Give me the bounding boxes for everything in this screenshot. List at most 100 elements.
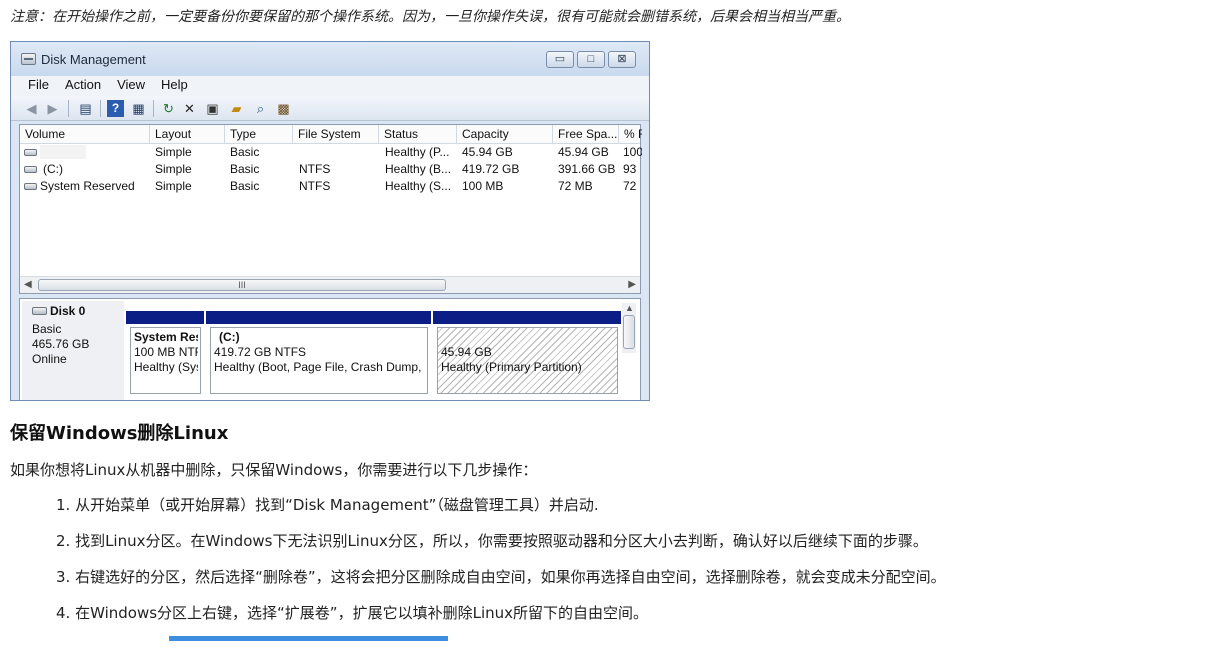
partition-size: 45.94 GB: [441, 345, 492, 359]
cell-status: Healthy (B...: [385, 162, 452, 176]
disk-size: 465.76 GB: [32, 337, 90, 351]
partition-primary[interactable]: 45.94 GB Healthy (Primary Partition): [433, 311, 621, 397]
column-capacity[interactable]: Capacity: [457, 125, 553, 144]
partition-system-reserved[interactable]: System Res 100 MB NTF Healthy (Sys: [126, 311, 204, 397]
cell-free-space: 391.66 GB: [558, 162, 616, 176]
list-item: 2. 找到Linux分区。在Windows下无法识别Linux分区，所以，你需要…: [56, 532, 928, 550]
cell-type: Basic: [230, 162, 260, 176]
volume-name: System Reserved: [40, 179, 135, 193]
partition-name: System Res: [134, 330, 198, 344]
partition-status: Healthy (Primary Partition): [441, 360, 582, 374]
settings-icon[interactable]: ▩: [275, 100, 292, 117]
cell-capacity: 45.94 GB: [462, 145, 513, 159]
disk-graphical-view: Disk 0 Basic 465.76 GB Online System Res…: [19, 298, 641, 400]
cell-layout: Simple: [155, 179, 192, 193]
scroll-thumb[interactable]: [623, 315, 635, 349]
warning-note: 注意：在开始操作之前，一定要备份你要保留的那个操作系统。因为，一旦你操作失误，很…: [10, 9, 850, 25]
partition-frame: (C:) 419.72 GB NTFS Healthy (Boot, Page …: [210, 327, 428, 394]
open-icon[interactable]: ▰: [228, 100, 245, 117]
disk-management-window: Disk Management ▭ □ ⊠ File Action View Help…: [10, 41, 650, 401]
help-icon[interactable]: ?: [107, 100, 124, 117]
disk-icon: [32, 307, 47, 315]
column-layout[interactable]: Layout: [150, 125, 225, 144]
partition-frame: 45.94 GB Healthy (Primary Partition): [437, 327, 618, 394]
cell-free-space: 45.94 GB: [558, 145, 609, 159]
column-volume[interactable]: Volume: [20, 125, 150, 144]
table-row[interactable]: (C:) Simple Basic NTFS Healthy (B... 419…: [20, 161, 640, 178]
back-arrow-icon[interactable]: ◀: [23, 100, 40, 117]
list-item: 3. 右键选好的分区，然后选择“删除卷”，这将会把分区删除成自由空间，如果你再选…: [56, 568, 946, 586]
minimize-button[interactable]: ▭: [546, 51, 574, 68]
cell-file-system: NTFS: [299, 162, 331, 176]
cell-capacity: 419.72 GB: [462, 162, 520, 176]
refresh-icon[interactable]: ↻: [160, 100, 177, 117]
cell-file-system: NTFS: [299, 179, 331, 193]
disk-type: Basic: [32, 322, 62, 336]
console-tree-icon[interactable]: ▤: [77, 100, 94, 117]
menu-bar: File Action View Help: [11, 76, 649, 96]
column-free-space[interactable]: Free Spa...: [553, 125, 619, 144]
volume-list: Volume Layout Type File System Status Ca…: [19, 124, 642, 294]
section-heading: 保留Windows删除Linux: [10, 423, 229, 444]
intro-paragraph: 如果你想将Linux从机器中删除，只保留Windows，你需要进行以下几步操作：: [10, 461, 538, 479]
scroll-thumb[interactable]: III: [38, 279, 446, 291]
forward-arrow-icon[interactable]: ▶: [44, 100, 61, 117]
maximize-button[interactable]: □: [577, 51, 605, 68]
drive-icon: [24, 166, 37, 173]
next-image-edge: [169, 636, 448, 641]
list-item: 4. 在Windows分区上右键，选择“扩展卷”，扩展它以填补删除Linux所留…: [56, 604, 648, 622]
close-button[interactable]: ⊠: [608, 51, 636, 68]
partition-status: Healthy (Boot, Page File, Crash Dump, P: [214, 360, 425, 374]
scroll-right-icon[interactable]: ▶: [628, 277, 636, 293]
menu-action[interactable]: Action: [57, 76, 109, 94]
cell-percent-free: 72: [623, 179, 637, 193]
menu-help[interactable]: Help: [153, 76, 196, 94]
properties-icon[interactable]: ▣: [204, 100, 221, 117]
toolbar-separator: [68, 100, 69, 117]
disk-state: Online: [32, 352, 67, 366]
scroll-left-icon[interactable]: ◀: [24, 277, 32, 293]
partition-size: 419.72 GB NTFS: [214, 345, 307, 359]
disk-0-info[interactable]: Disk 0 Basic 465.76 GB Online: [22, 301, 124, 400]
cell-capacity: 100 MB: [462, 179, 504, 193]
menu-view[interactable]: View: [109, 76, 153, 94]
vertical-scrollbar[interactable]: ▲: [622, 303, 636, 353]
column-status[interactable]: Status: [379, 125, 457, 144]
volume-name: (C:): [43, 162, 63, 176]
toolbar-separator: [100, 100, 101, 117]
column-file-system[interactable]: File System: [293, 125, 379, 144]
horizontal-scrollbar[interactable]: ◀ III ▶: [20, 276, 640, 293]
table-row[interactable]: System Reserved Simple Basic NTFS Health…: [20, 178, 640, 195]
title-bar: Disk Management ▭ □ ⊠: [11, 42, 649, 76]
drive-icon: [24, 149, 37, 156]
column-type[interactable]: Type: [225, 125, 293, 144]
partition-name: (C:): [219, 330, 240, 344]
toolbar-separator: [153, 100, 154, 117]
drive-icon: [24, 183, 37, 190]
cell-free-space: 72 MB: [558, 179, 593, 193]
volume-name: [40, 145, 86, 159]
toolbar: ◀ ▶ ▤ ? ▦ ↻ ✕ ▣ ▰ ⌕ ▩: [11, 96, 649, 121]
volume-list-header: Volume Layout Type File System Status Ca…: [20, 125, 642, 144]
list-item: 1. 从开始菜单（或开始屏幕）找到“Disk Management”（磁盘管理工…: [56, 496, 599, 514]
delete-icon[interactable]: ✕: [181, 100, 198, 117]
partition-c-drive[interactable]: (C:) 419.72 GB NTFS Healthy (Boot, Page …: [206, 311, 431, 397]
scroll-up-icon[interactable]: ▲: [625, 303, 634, 313]
cell-status: Healthy (P...: [385, 145, 450, 159]
menu-file[interactable]: File: [11, 76, 57, 94]
cell-layout: Simple: [155, 145, 192, 159]
window-title: Disk Management: [41, 52, 146, 67]
partition-size: 100 MB NTF: [134, 345, 198, 359]
disk-management-app-icon: [21, 53, 36, 65]
cell-layout: Simple: [155, 162, 192, 176]
cell-type: Basic: [230, 145, 260, 159]
search-icon[interactable]: ⌕: [252, 100, 269, 117]
disk-name: Disk 0: [50, 304, 86, 318]
properties-view-icon[interactable]: ▦: [130, 100, 147, 117]
cell-percent-free: 93: [623, 162, 637, 176]
column-percent-free[interactable]: % F: [619, 125, 642, 144]
cell-type: Basic: [230, 179, 260, 193]
table-row[interactable]: Simple Basic Healthy (P... 45.94 GB 45.9…: [20, 144, 642, 161]
partition-status: Healthy (Sys: [134, 360, 198, 374]
partition-frame: System Res 100 MB NTF Healthy (Sys: [130, 327, 201, 394]
